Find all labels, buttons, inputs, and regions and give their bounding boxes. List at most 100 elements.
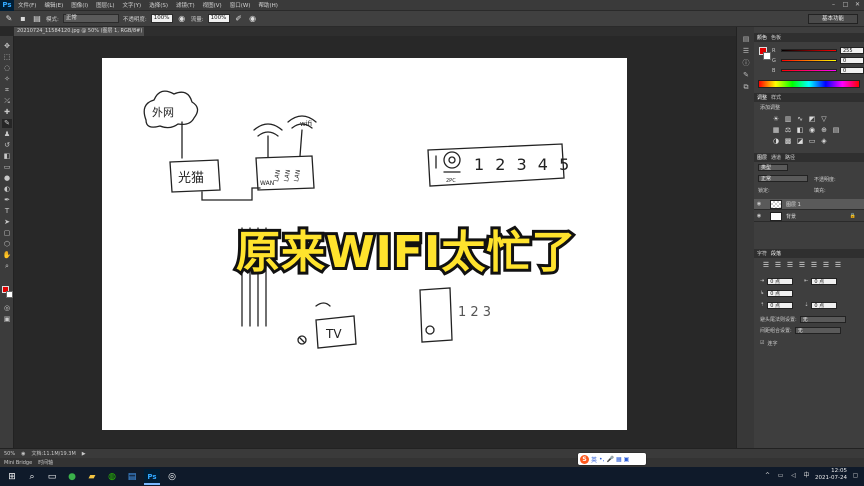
align-right-icon[interactable]: ☰ (786, 261, 794, 269)
healing-tool-icon[interactable]: ✚ (2, 108, 12, 117)
gradient-map-icon[interactable]: ▭ (808, 137, 816, 145)
brush-tool-icon[interactable]: ✎ (4, 14, 14, 24)
properties-panel-icon[interactable]: ☰ (741, 47, 751, 56)
browser-icon[interactable]: ● (64, 469, 80, 485)
tab-channels[interactable]: 通道 (771, 154, 781, 161)
maximize-icon[interactable]: □ (841, 1, 850, 9)
layer-row-2[interactable]: ◉ 背景 🔒 (754, 211, 864, 222)
3d-tool-icon[interactable]: ⬡ (2, 240, 12, 249)
curves-icon[interactable]: ∿ (796, 115, 804, 123)
workspace-select[interactable]: 基本功能 (808, 14, 858, 24)
zoom-level[interactable]: 50% (4, 451, 15, 457)
bw-icon[interactable]: ◧ (796, 126, 804, 134)
visibility-eye-icon[interactable]: ◉ (754, 213, 764, 219)
menu-file[interactable]: 文件(F) (14, 1, 40, 9)
mode-select[interactable]: 正常 (62, 14, 119, 23)
menu-layer[interactable]: 图层(L) (92, 1, 118, 9)
marquee-tool-icon[interactable]: ⬚ (2, 53, 12, 62)
hyphenate-checkbox[interactable]: ☑ (760, 340, 764, 346)
align-left-icon[interactable]: ☰ (762, 261, 770, 269)
tab-character[interactable]: 字符 (757, 250, 767, 257)
mixer-icon[interactable]: ⊕ (820, 126, 828, 134)
stamp-tool-icon[interactable]: ♟ (2, 130, 12, 139)
visibility-eye-icon[interactable]: ◉ (754, 201, 764, 207)
tab-adjustments[interactable]: 调整 (757, 94, 767, 101)
indent-right-input[interactable]: 0 点 (811, 277, 838, 285)
justify-center-icon[interactable]: ☰ (810, 261, 818, 269)
lookup-icon[interactable]: ▤ (832, 126, 840, 134)
pressure-size-icon[interactable]: ◉ (248, 14, 258, 24)
menu-type[interactable]: 文字(Y) (119, 1, 146, 9)
color-spectrum-bar[interactable] (758, 80, 860, 88)
clone-source-panel-icon[interactable]: ⧉ (741, 83, 751, 92)
menu-select[interactable]: 选择(S) (145, 1, 172, 9)
balance-icon[interactable]: ⚖ (784, 126, 792, 134)
shape-tool-icon[interactable]: ▢ (2, 229, 12, 238)
timeline-tab[interactable]: 时间轴 (38, 459, 53, 466)
justify-all-icon[interactable]: ☰ (834, 261, 842, 269)
recorder-icon[interactable]: ◎ (164, 469, 180, 485)
first-line-indent-input[interactable]: 0 点 (767, 289, 794, 297)
app-icon[interactable]: ▤ (124, 469, 140, 485)
menu-filter[interactable]: 滤镜(T) (172, 1, 199, 9)
blend-mode-select[interactable]: 正常 (758, 175, 808, 182)
ime-tray-icon[interactable]: 中 (802, 471, 811, 480)
kinsoku-select[interactable]: 无 (799, 315, 846, 323)
tab-color[interactable]: 颜色 (757, 34, 767, 41)
flow-input[interactable]: 100% (207, 14, 230, 23)
ime-punct-icon[interactable]: •, (599, 456, 604, 463)
blue-slider[interactable] (781, 69, 837, 72)
mojikumi-select[interactable]: 无 (794, 326, 841, 334)
align-center-icon[interactable]: ☰ (774, 261, 782, 269)
ime-language[interactable]: 英 (591, 455, 597, 464)
layer-row-1[interactable]: ◉ 图层 1 (754, 199, 864, 210)
hand-tool-icon[interactable]: ✋ (2, 251, 12, 260)
justify-right-icon[interactable]: ☰ (822, 261, 830, 269)
zoom-tool-icon[interactable]: ⌕ (2, 262, 12, 271)
task-view-icon[interactable]: ▭ (44, 469, 60, 485)
green-slider[interactable] (781, 59, 837, 62)
pressure-opacity-icon[interactable]: ◉ (177, 14, 187, 24)
ime-voice-icon[interactable]: 🎤 (606, 456, 613, 463)
screen-mode-icon[interactable]: ▣ (2, 315, 12, 324)
justify-left-icon[interactable]: ☰ (798, 261, 806, 269)
file-explorer-icon[interactable]: ▰ (84, 469, 100, 485)
close-icon[interactable]: ✕ (853, 1, 862, 9)
layer-name[interactable]: 背景 (786, 213, 796, 220)
tab-paragraph[interactable]: 段落 (771, 250, 781, 257)
layer-filter-select[interactable]: 类型 (758, 164, 788, 171)
eyedropper-tool-icon[interactable]: ⤯ (2, 97, 12, 106)
start-icon[interactable]: ⊞ (4, 469, 20, 485)
tab-swatches[interactable]: 色板 (771, 34, 781, 41)
opacity-input[interactable]: 100% (150, 14, 173, 23)
levels-icon[interactable]: ▥ (784, 115, 792, 123)
network-icon[interactable]: ▭ (776, 471, 785, 480)
blue-value[interactable]: 0 (840, 67, 864, 74)
gradient-tool-icon[interactable]: ▭ (2, 163, 12, 172)
crop-tool-icon[interactable]: ⌗ (2, 86, 12, 95)
brush-panel-icon[interactable]: ▤ (32, 14, 42, 24)
status-menu-arrow-icon[interactable]: ▶ (82, 451, 86, 457)
tab-styles[interactable]: 样式 (771, 94, 781, 101)
clock[interactable]: 12:05 2021-07-24 (815, 468, 847, 482)
vibrance-icon[interactable]: ▽ (820, 115, 828, 123)
layer-name[interactable]: 图层 1 (786, 201, 801, 208)
background-color-swatch[interactable] (6, 291, 13, 298)
brush-presets-panel-icon[interactable]: ✎ (741, 71, 751, 80)
indent-left-input[interactable]: 0 点 (767, 277, 794, 285)
space-after-input[interactable]: 0 点 (811, 301, 838, 309)
doc-info-icon[interactable]: ◉ (21, 451, 25, 457)
selective-color-icon[interactable]: ◈ (820, 137, 828, 145)
tray-up-arrow-icon[interactable]: ^ (763, 471, 772, 480)
document-tab[interactable]: 20210724_115841​20.jpg @ 50% (图层 1, RGB/… (14, 27, 144, 36)
red-value[interactable]: 255 (840, 47, 864, 54)
green-value[interactable]: 0 (840, 57, 864, 64)
mini-bridge-tab[interactable]: Mini Bridge (4, 460, 32, 466)
wechat-icon[interactable]: ◍ (104, 469, 120, 485)
tab-paths[interactable]: 路径 (785, 154, 795, 161)
lasso-tool-icon[interactable]: ◌ (2, 64, 12, 73)
volume-icon[interactable]: ◁ (789, 471, 798, 480)
menu-view[interactable]: 视图(V) (199, 1, 226, 9)
blur-tool-icon[interactable]: ● (2, 174, 12, 183)
path-select-tool-icon[interactable]: ➤ (2, 218, 12, 227)
